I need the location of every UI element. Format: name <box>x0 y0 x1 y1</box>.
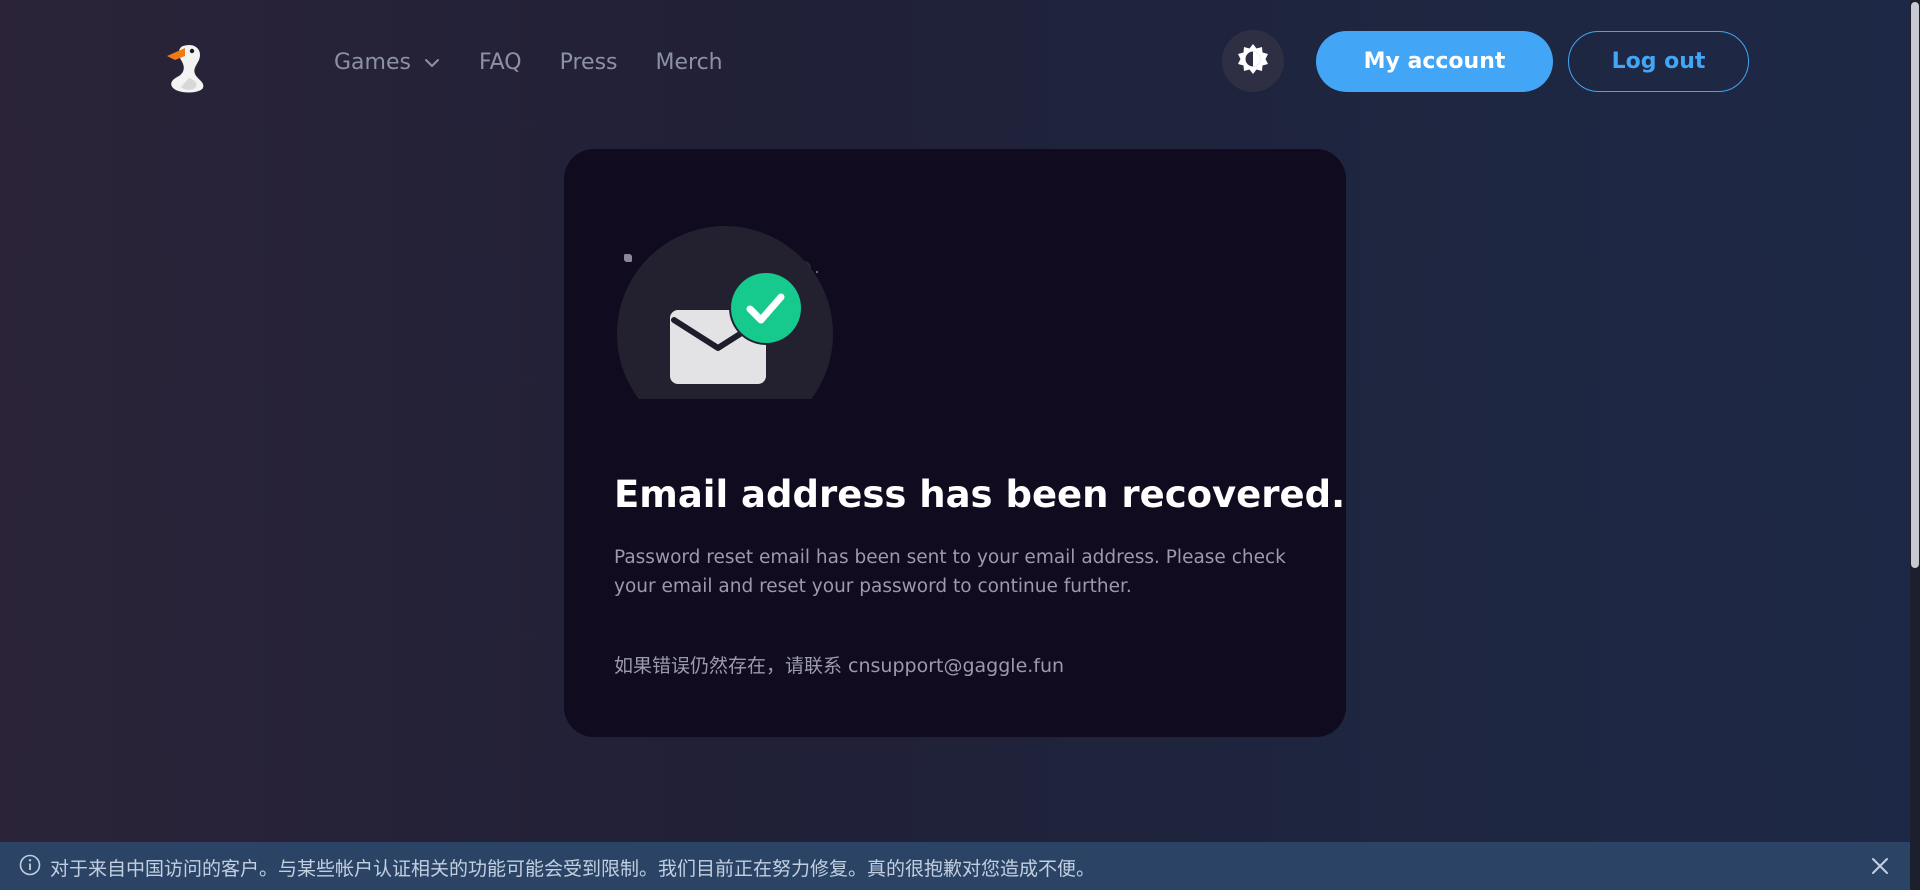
support-contact-text: 如果错误仍然存在，请联系 cnsupport@gaggle.fun <box>614 655 1065 677</box>
contrast-icon <box>1235 41 1271 81</box>
theme-toggle-button[interactable] <box>1222 30 1284 92</box>
nav-item-games[interactable]: Games <box>334 50 441 75</box>
envelope-check-icon <box>617 226 833 399</box>
scrollbar-thumb[interactable] <box>1911 2 1919 568</box>
site-header: Games FAQ Press Merch My account Log out <box>0 0 1920 122</box>
my-account-button[interactable]: My account <box>1316 31 1553 92</box>
page-title: Email address has been recovered. <box>614 473 1346 516</box>
nav-item-merch[interactable]: Merch <box>656 50 723 75</box>
nav-merch-label: Merch <box>655 49 723 75</box>
recovery-card: Email address has been recovered. Passwo… <box>564 149 1346 737</box>
goose-logo-icon[interactable] <box>165 36 211 94</box>
recovery-description: Password reset email has been sent to yo… <box>614 547 1286 597</box>
main-nav: Games FAQ Press Merch <box>334 44 723 80</box>
chevron-down-icon <box>423 53 441 71</box>
nav-item-press[interactable]: Press <box>560 50 618 75</box>
nav-games-label: Games <box>334 49 411 75</box>
vertical-scrollbar[interactable] <box>1910 0 1920 890</box>
nav-faq-label: FAQ <box>478 49 522 75</box>
close-icon[interactable] <box>1868 854 1892 878</box>
nav-item-faq[interactable]: FAQ <box>479 50 522 75</box>
logout-button[interactable]: Log out <box>1568 31 1749 92</box>
nav-press-label: Press <box>559 49 618 75</box>
info-icon <box>19 854 41 876</box>
china-access-notice-bar: 对于来自中国访问的客户。与某些帐户认证相关的功能可能会受到限制。我们目前正在努力… <box>0 842 1910 890</box>
notice-text: 对于来自中国访问的客户。与某些帐户认证相关的功能可能会受到限制。我们目前正在努力… <box>50 858 1096 880</box>
